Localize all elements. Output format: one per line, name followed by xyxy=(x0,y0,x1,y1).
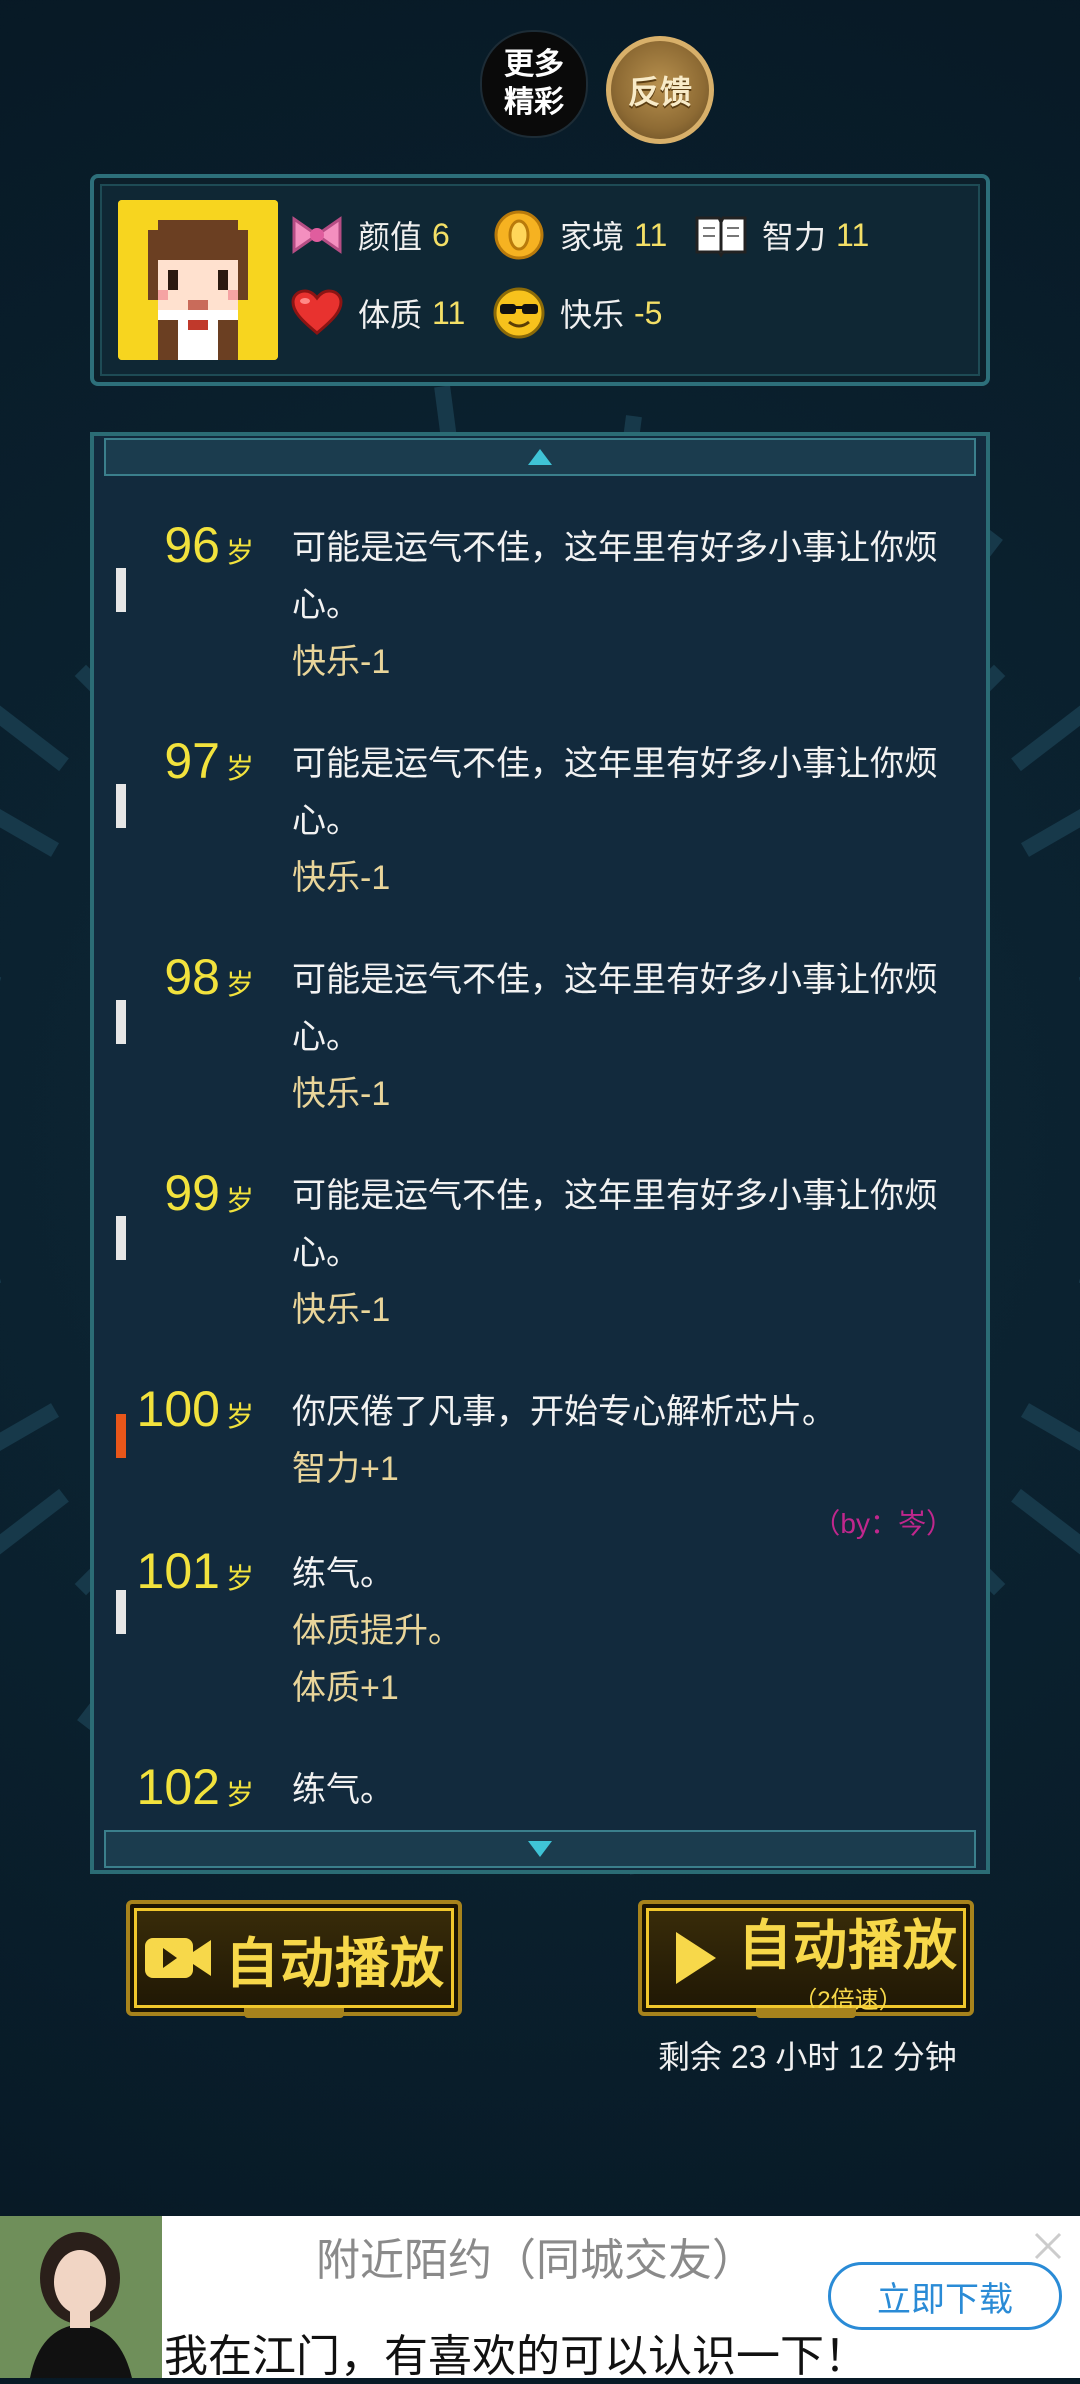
stat-value: -5 xyxy=(634,294,663,331)
more-button-label: 更多精彩 xyxy=(504,48,564,119)
auto-play-2x-label: 自动播放 xyxy=(738,1916,958,1976)
button-tab xyxy=(756,2008,856,2018)
ad-photo[interactable] xyxy=(0,2216,162,2378)
author-byline: （by：岑） xyxy=(812,1508,954,1539)
bow-icon xyxy=(290,208,344,262)
entry-marker xyxy=(116,1000,126,1044)
auto-play-2x-button[interactable]: 自动播放 （2倍速） xyxy=(638,1900,974,2018)
entry-effect: 快乐-1 xyxy=(292,859,391,897)
stat-label: 快乐 xyxy=(560,297,625,333)
entry-effect: 智力+1 xyxy=(292,1450,399,1488)
entry-age: 101 岁 xyxy=(136,1543,254,1599)
book-icon xyxy=(694,208,748,262)
entry-description: 可能是运气不佳，这年里有好多小事让你烦心。 xyxy=(292,1177,938,1272)
scroll-down-button[interactable] xyxy=(104,1830,976,1868)
ad-banner[interactable]: 附近陌约（同城交友） 我在江门，有喜欢的可以认识一下！ 立即下载 xyxy=(0,2216,1080,2381)
background-ray xyxy=(1011,705,1080,772)
stat-label: 家境 xyxy=(560,219,625,255)
sunglasses-face-icon xyxy=(492,286,546,340)
close-icon[interactable] xyxy=(1032,2230,1064,2262)
auto-play-label: 自动播放 xyxy=(225,1933,445,1994)
entry-marker xyxy=(116,568,126,612)
stat-family: 家境 11 xyxy=(492,208,667,262)
feedback-button[interactable]: 反馈 xyxy=(606,36,714,144)
arrow-down-icon xyxy=(528,1841,552,1857)
background-ray xyxy=(1011,1488,1080,1555)
attribute-panel: 颜值 6 家境 11 智力 11 体质 11 快乐 -5 xyxy=(90,174,990,386)
stat-appearance: 颜值 6 xyxy=(290,208,450,262)
background-ray xyxy=(1020,808,1080,857)
stat-label: 体质 xyxy=(358,297,423,333)
entry-age: 96 岁 xyxy=(164,517,254,573)
scroll-up-button[interactable] xyxy=(104,438,976,476)
video-camera-icon xyxy=(143,1932,213,1984)
feedback-button-label: 反馈 xyxy=(627,74,692,110)
entry-description: 可能是运气不佳，这年里有好多小事让你烦心。 xyxy=(292,745,938,840)
life-log-list[interactable]: 96 岁 可能是运气不佳，这年里有好多小事让你烦心。 快乐-1 97 岁 可能是运气… xyxy=(94,476,986,1832)
entry-description: 可能是运气不佳，这年里有好多小事让你烦心。 xyxy=(292,961,938,1056)
entry-effect: 体质提升。 xyxy=(292,1612,462,1650)
auto-play-button[interactable]: 自动播放 xyxy=(126,1900,462,2018)
entry-age: 99 岁 xyxy=(164,1165,254,1221)
stat-value: 11 xyxy=(432,294,466,331)
ad-title: 附近陌约（同城交友） xyxy=(316,2236,756,2285)
ad-body: 我在江门，有喜欢的可以认识一下！ xyxy=(164,2332,868,2381)
stat-happiness: 快乐 -5 xyxy=(492,286,662,340)
entry-description: 可能是运气不佳，这年里有好多小事让你烦心。 xyxy=(292,529,938,624)
avatar xyxy=(118,200,278,360)
entry-effect: 快乐-1 xyxy=(292,1291,391,1329)
heart-icon xyxy=(290,286,344,340)
entry-age: 100 岁 xyxy=(136,1381,254,1437)
entry-description: 练气。 xyxy=(292,1771,394,1809)
background-ray xyxy=(0,1488,69,1555)
background-ray xyxy=(0,705,69,772)
ad-download-button[interactable]: 立即下载 xyxy=(828,2262,1062,2330)
button-tab xyxy=(244,2008,344,2018)
stat-value: 6 xyxy=(432,216,450,253)
entry-marker xyxy=(116,1216,126,1260)
entry-age: 102 岁 xyxy=(136,1759,254,1815)
entry-description: 你厌倦了凡事，开始专心解析芯片。 xyxy=(292,1393,836,1431)
arrow-up-icon xyxy=(528,449,552,465)
remaining-time: 剩余 23 小时 12 分钟 xyxy=(658,2039,957,2075)
entry-age: 98 岁 xyxy=(164,949,254,1005)
stat-value: 11 xyxy=(634,216,668,253)
background-ray xyxy=(1020,1403,1080,1452)
stat-label: 颜值 xyxy=(358,219,423,255)
more-button[interactable]: 更多精彩 xyxy=(480,30,588,138)
stat-value: 11 xyxy=(836,216,870,253)
entry-effect: 快乐-1 xyxy=(292,1075,391,1113)
play-icon xyxy=(672,1928,718,1988)
entry-effect: 快乐-1 xyxy=(292,643,391,681)
background-ray xyxy=(0,808,60,857)
coin-icon xyxy=(492,208,546,262)
background-ray xyxy=(0,1403,60,1452)
entry-age: 97 岁 xyxy=(164,733,254,789)
entry-effect: 体质+1 xyxy=(292,1669,399,1707)
stat-constitution: 体质 11 xyxy=(290,286,465,340)
stat-intelligence: 智力 11 xyxy=(694,208,869,262)
life-log-panel[interactable]: 96 岁 可能是运气不佳，这年里有好多小事让你烦心。 快乐-1 97 岁 可能是运气… xyxy=(90,432,990,1874)
entry-description: 练气。 xyxy=(292,1555,394,1593)
entry-marker xyxy=(116,784,126,828)
stat-label: 智力 xyxy=(762,219,827,255)
